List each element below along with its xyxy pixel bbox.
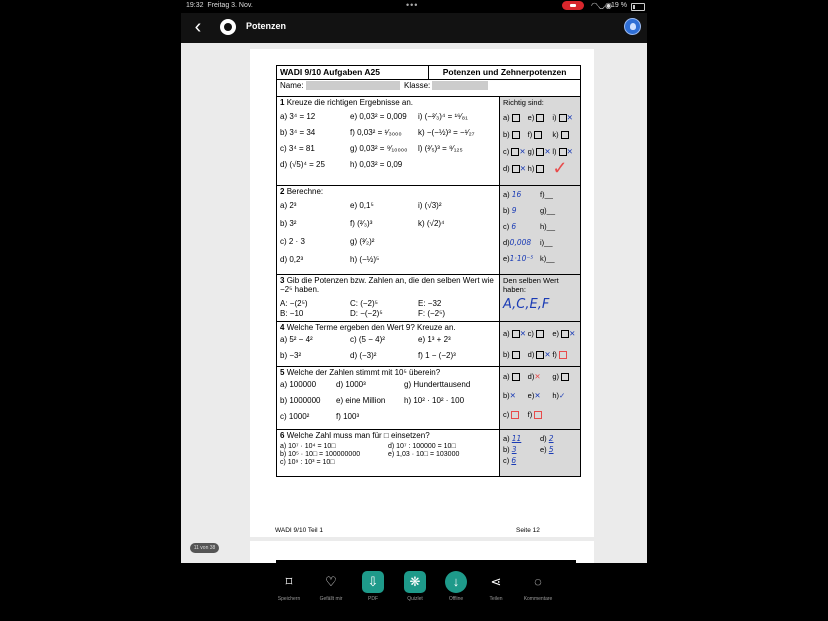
profile-avatar[interactable] [624,18,641,35]
app-logo-icon[interactable] [220,19,236,35]
bottom-toolbar: ⌑ Speichern ♡ Gefällt mir ⇩ PDF ❋ Quizlet ↓ O… [181,563,647,621]
battery-percent: 19 % [611,2,627,9]
like-button[interactable]: ♡ Gefällt mir [309,571,353,602]
quizlet-button[interactable]: ❋ Quizlet [393,571,437,602]
left-margin [0,13,181,621]
task-4: 4 Welche Terme ergeben den Wert 9? Kreuz… [276,321,581,367]
heart-icon: ♡ [325,574,337,589]
right-margin [647,43,828,563]
wifi-icon: ◠◡◉ [591,1,612,10]
quizlet-icon: ❋ [404,571,426,593]
task-1: 1 Kreuze die richtigen Ergebnisse an. a)… [276,96,581,186]
comments-button[interactable]: ◌ Kommentare [516,571,560,602]
save-button[interactable]: ⌑ Speichern [267,571,311,602]
page-footer-right: Seite 12 [516,527,540,534]
page-footer-left: WADI 9/10 Teil 1 [275,527,324,534]
pdf-button[interactable]: ⇩ PDF [351,571,395,602]
check-mark-icon: ✓ [552,158,568,179]
pdf-icon: ⇩ [362,571,384,593]
worksheet-header-left: WADI 9/10 Aufgaben A25 [275,65,430,80]
worksheet-table: WADI 9/10 Aufgaben A25 Potenzen und Zehn… [275,65,581,477]
back-chevron-icon[interactable]: ‹ [188,15,208,39]
comment-icon: ◌ [534,574,542,589]
multitasking-dots-icon[interactable]: ••• [406,0,418,10]
screen-recording-icon[interactable] [562,1,584,10]
bookmark-icon: ⌑ [285,574,293,589]
status-bar: 19:32 Freitag 3. Nov. ••• ◠◡◉ 19 % [0,0,828,13]
page-title: Potenzen [246,21,287,31]
worksheet-header-right: Potenzen und Zehnerpotenzen [428,65,581,80]
download-icon: ↓ [445,571,467,593]
share-button[interactable]: ⋖ Teilen [474,571,518,602]
share-icon: ⋖ [490,574,502,589]
status-time: 19:32 Freitag 3. Nov. [186,2,253,9]
name-class-row: Name: Klasse: [276,79,581,97]
task-6: 6 Welche Zahl muss man für □ einsetzen? … [276,429,581,477]
task-2: 2 Berechne: a) 2³ e) 0,1⁵ i) (√3)² b) 3² f)… [276,185,581,275]
offline-button[interactable]: ↓ Offline [434,571,478,602]
task-3: 3 Gib die Potenzen bzw. Zahlen an, die d… [276,274,581,322]
page-counter-badge: 11 von 38 [190,543,219,553]
battery-icon [631,3,645,11]
task-5: 5 Welche der Zahlen stimmt mit 10⁵ übere… [276,366,581,430]
